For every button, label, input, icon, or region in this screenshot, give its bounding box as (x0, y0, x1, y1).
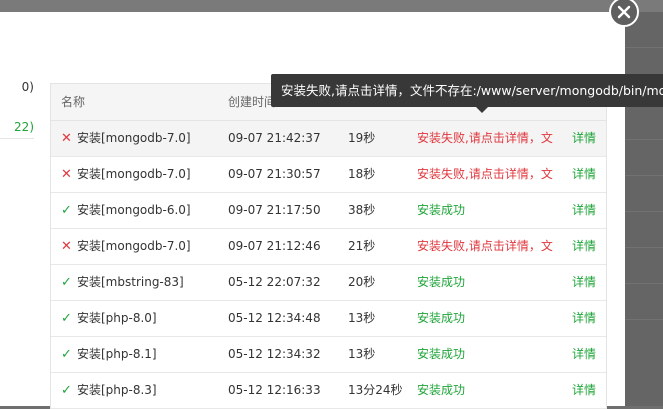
background-line (625, 319, 663, 320)
task-table: 名称 创建时间 ✕ 安装[mongodb-7.0] 09-07 21:42:37 19… (50, 83, 607, 409)
task-status[interactable]: 安装失败,请点击详情，文 (417, 157, 553, 192)
task-name: 安装[mongodb-7.0] (77, 167, 191, 181)
column-header-time: 创建时间 (228, 95, 277, 109)
task-status[interactable]: 安装失败,请点击详情，文 (417, 121, 553, 156)
task-duration: 13秒 (348, 347, 376, 361)
task-time: 09-07 21:30:57 (228, 167, 321, 181)
cross-icon: ✕ (61, 131, 72, 146)
background-strip (0, 0, 663, 12)
task-name: 安装[php-8.3] (77, 383, 157, 397)
task-time: 05-12 22:07:32 (228, 275, 321, 289)
background-line (625, 175, 663, 176)
tooltip-text: 安装失败,请点击详情，文件不存在:/www/server/mongodb/bin… (281, 83, 663, 98)
task-status: 安装成功 (417, 383, 466, 397)
detail-link[interactable]: 详情 (572, 229, 596, 264)
detail-link[interactable]: 详情 (572, 157, 596, 192)
table-body: ✕ 安装[mongodb-7.0] 09-07 21:42:37 19秒 安装失败,请点… (51, 121, 606, 409)
detail-link[interactable]: 详情 (572, 373, 596, 408)
check-icon: ✓ (61, 311, 72, 326)
task-name: 安装[php-8.1] (77, 347, 157, 361)
task-status[interactable]: 安装失败,请点击详情，文 (417, 229, 553, 264)
detail-link[interactable]: 详情 (572, 193, 596, 228)
task-time: 09-07 21:12:46 (228, 239, 321, 253)
sidebar-item-label: 0) (21, 80, 34, 94)
task-time: 05-12 12:16:33 (228, 383, 321, 397)
task-time: 05-12 12:34:32 (228, 347, 321, 361)
sidebar-item-0[interactable]: 0) (0, 69, 34, 105)
detail-link[interactable]: 详情 (572, 121, 596, 156)
task-time: 09-07 21:42:37 (228, 131, 321, 145)
task-time: 09-07 21:17:50 (228, 203, 321, 217)
close-icon (617, 5, 631, 19)
table-row: ✕ 安装[mongodb-7.0] 09-07 21:42:37 19秒 安装失败,请点… (51, 121, 606, 157)
column-header-name: 名称 (61, 95, 86, 109)
detail-link[interactable]: 详情 (572, 265, 596, 300)
table-row: ✕ 安装[mongodb-7.0] 09-07 21:30:57 18秒 安装失败,请点… (51, 157, 606, 193)
tooltip-arrow (476, 107, 488, 113)
table-row: ✓ 安装[mongodb-6.0] 09-07 21:17:50 38秒 安装成功 详情 (51, 193, 606, 229)
background-page-right (625, 12, 663, 406)
task-status: 安装成功 (417, 275, 466, 289)
check-icon: ✓ (61, 275, 72, 290)
task-duration: 13分24秒 (348, 383, 403, 397)
check-icon: ✓ (61, 203, 72, 218)
dialog-sidebar: 0) 22) (0, 53, 34, 406)
task-name: 安装[mongodb-7.0] (77, 239, 191, 253)
check-icon: ✓ (61, 347, 72, 362)
task-status: 安装成功 (417, 347, 466, 361)
table-row: ✕ 安装[mongodb-7.0] 09-07 21:12:46 21秒 安装失败,请点… (51, 229, 606, 265)
task-name: 安装[mbstring-83] (77, 275, 184, 289)
check-icon: ✓ (61, 383, 72, 398)
task-duration: 18秒 (348, 167, 376, 181)
background-line (625, 47, 663, 48)
background-line (625, 283, 663, 284)
task-duration: 13秒 (348, 311, 376, 325)
task-duration: 19秒 (348, 131, 376, 145)
background-line (625, 247, 663, 248)
table-row: ✓ 安装[mbstring-83] 05-12 22:07:32 20秒 安装成功 详情 (51, 265, 606, 301)
task-name: 安装[php-8.0] (77, 311, 157, 325)
task-name: 安装[mongodb-7.0] (77, 131, 191, 145)
dialog-header (0, 12, 625, 53)
background-line (625, 139, 663, 140)
error-tooltip: 安装失败,请点击详情，文件不存在:/www/server/mongodb/bin… (271, 74, 663, 107)
detail-link[interactable]: 详情 (572, 337, 596, 372)
table-row: ✓ 安装[php-8.3] 05-12 12:16:33 13分24秒 安装成功 详情 (51, 373, 606, 409)
sidebar-item-label: 22) (14, 120, 34, 134)
task-name: 安装[mongodb-6.0] (77, 203, 191, 217)
task-time: 05-12 12:34:48 (228, 311, 321, 325)
cross-icon: ✕ (61, 239, 72, 254)
task-status: 安装成功 (417, 203, 466, 217)
task-duration: 38秒 (348, 203, 376, 217)
table-row: ✓ 安装[php-8.1] 05-12 12:34:32 13秒 安装成功 详情 (51, 337, 606, 373)
background-line (625, 211, 663, 212)
task-duration: 21秒 (348, 239, 376, 253)
detail-link[interactable]: 详情 (572, 301, 596, 336)
table-row: ✓ 安装[php-8.0] 05-12 12:34:48 13秒 安装成功 详情 (51, 301, 606, 337)
sidebar-item-1[interactable]: 22) (0, 109, 34, 145)
task-duration: 20秒 (348, 275, 376, 289)
task-status: 安装成功 (417, 311, 466, 325)
cross-icon: ✕ (61, 167, 72, 182)
